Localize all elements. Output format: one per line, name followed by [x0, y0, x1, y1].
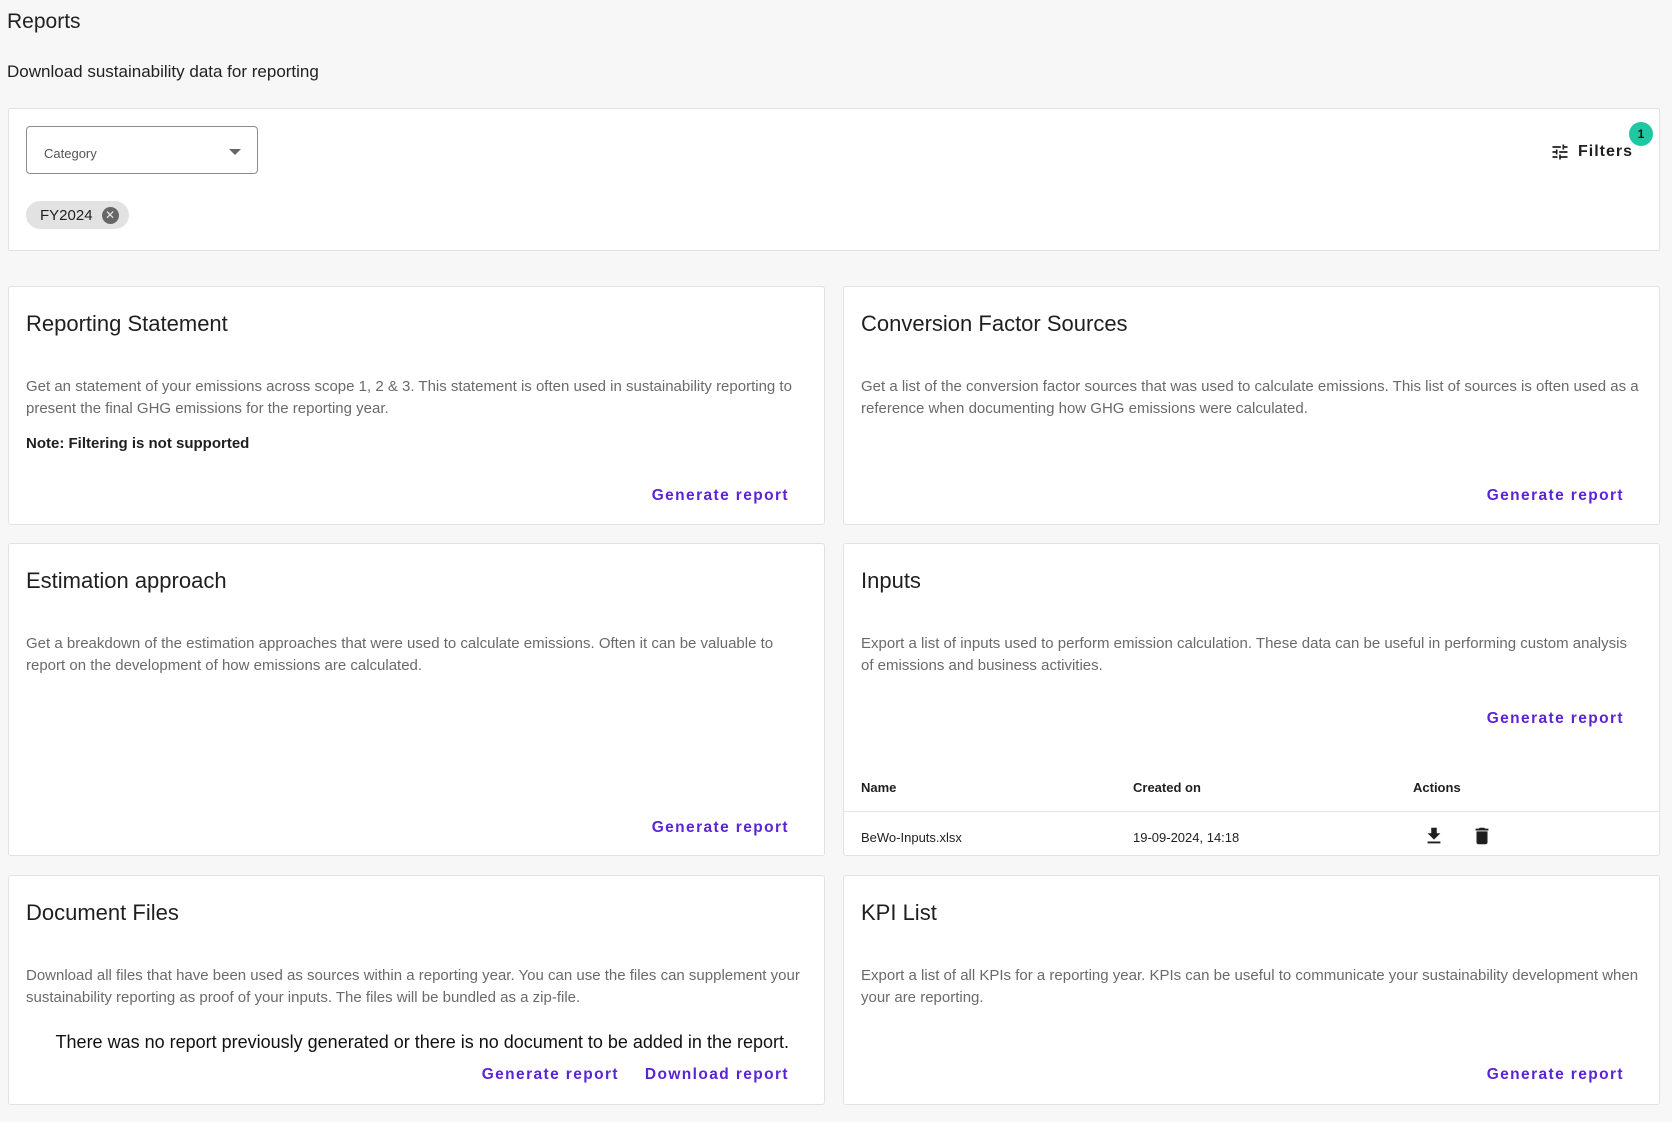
card-description: Get a breakdown of the estimation approa…	[26, 635, 774, 674]
card-document-files: Document Files Download all files that h…	[8, 875, 825, 1105]
trash-icon[interactable]	[1471, 824, 1493, 848]
generate-report-button[interactable]: Generate report	[1487, 487, 1624, 505]
filter-panel: Category FY2024 ✕ Filters 1	[8, 108, 1660, 251]
table-header: Name Created on Actions	[844, 762, 1659, 812]
card-estimation-approach: Estimation approach Get a breakdown of t…	[8, 543, 825, 856]
category-select[interactable]: Category	[26, 126, 258, 174]
column-header-created-on: Created on	[1133, 780, 1201, 795]
dropdown-caret-icon	[229, 149, 241, 155]
card-title: Inputs	[861, 568, 921, 593]
card-inputs: Inputs Export a list of inputs used to p…	[843, 543, 1660, 856]
card-kpi-list: KPI List Export a list of all KPIs for a…	[843, 875, 1660, 1105]
card-reporting-statement: Reporting Statement Get an statement of …	[8, 286, 825, 525]
category-select-label: Category	[44, 146, 97, 161]
filters-button[interactable]: Filters	[1550, 139, 1633, 165]
generate-report-button[interactable]: Generate report	[482, 1066, 619, 1084]
empty-state-message: There was no report previously generated…	[55, 1032, 789, 1052]
card-title: Conversion Factor Sources	[861, 311, 1128, 336]
card-description: Export a list of inputs used to perform …	[861, 635, 1627, 674]
generate-report-button[interactable]: Generate report	[652, 487, 789, 505]
filters-button-label: Filters	[1577, 143, 1633, 160]
card-description: Get an statement of your emissions acros…	[26, 378, 792, 417]
page-title: Reports	[7, 10, 81, 33]
generate-report-button[interactable]: Generate report	[1487, 1066, 1624, 1084]
card-note: Note: Filtering is not supported	[26, 435, 250, 452]
card-description: Export a list of all KPIs for a reportin…	[861, 967, 1639, 1006]
download-report-button[interactable]: Download report	[645, 1066, 789, 1084]
inputs-table: Name Created on Actions BeWo-Inputs.xlsx…	[844, 762, 1659, 864]
card-title: Reporting Statement	[26, 311, 228, 336]
created-on-cell: 19-09-2024, 14:18	[1133, 830, 1240, 845]
card-description: Get a list of the conversion factor sour…	[861, 378, 1639, 417]
generate-report-button[interactable]: Generate report	[1487, 710, 1624, 728]
filters-count-badge: 1	[1629, 122, 1653, 146]
column-header-actions: Actions	[1413, 780, 1461, 795]
reports-page: Reports Download sustainability data for…	[0, 0, 1672, 1122]
table-row: BeWo-Inputs.xlsx 19-09-2024, 14:18	[844, 812, 1659, 864]
file-name-cell: BeWo-Inputs.xlsx	[861, 830, 962, 845]
filter-chip-fy2024: FY2024 ✕	[26, 201, 129, 229]
page-subtitle: Download sustainability data for reporti…	[7, 62, 319, 81]
card-title: Document Files	[26, 900, 179, 925]
close-circle-icon[interactable]: ✕	[101, 206, 119, 224]
row-actions	[1423, 824, 1493, 848]
card-conversion-factor-sources: Conversion Factor Sources Get a list of …	[843, 286, 1660, 525]
download-icon[interactable]	[1423, 824, 1445, 848]
card-title: KPI List	[861, 900, 937, 925]
column-header-name: Name	[861, 780, 897, 795]
filter-chip-label: FY2024	[40, 206, 93, 224]
card-title: Estimation approach	[26, 568, 227, 593]
filter-sliders-icon	[1552, 144, 1568, 160]
card-description: Download all files that have been used a…	[26, 967, 800, 1006]
generate-report-button[interactable]: Generate report	[652, 819, 789, 837]
